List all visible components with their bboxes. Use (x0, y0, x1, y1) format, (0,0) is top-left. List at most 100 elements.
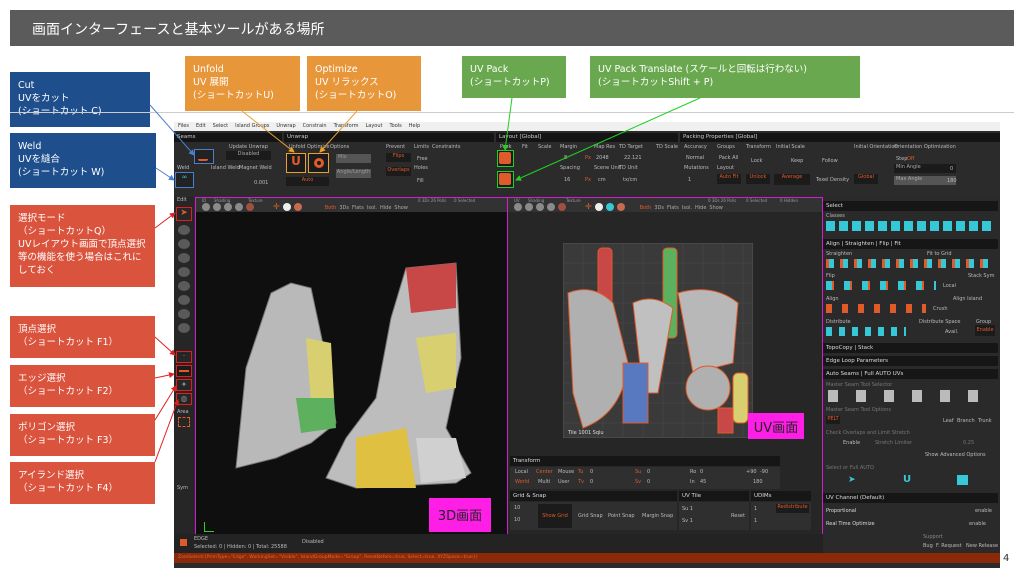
uv-pack-button[interactable] (497, 150, 514, 167)
stretch-limiter-value[interactable]: 0.25 (963, 440, 974, 446)
distribute-icons[interactable] (826, 327, 906, 336)
local-dropdown[interactable]: Local (943, 283, 956, 289)
grid-v-value[interactable]: 10 (514, 517, 520, 523)
tool-icon[interactable] (178, 239, 190, 249)
sv-value[interactable]: 0 (647, 479, 650, 485)
update-unwrap-dropdown[interactable]: Disabled (226, 151, 271, 160)
island-select-button[interactable]: ◍ (176, 393, 192, 405)
center-icon[interactable]: ✛ (585, 202, 592, 211)
udim-value-1[interactable]: 1 (754, 506, 757, 512)
texture-icon[interactable] (235, 203, 243, 211)
unlock-button[interactable]: Unlock (746, 174, 770, 184)
redistribute-button[interactable]: Redistribute (776, 504, 809, 513)
edge-select-button[interactable] (176, 365, 192, 377)
tile-sv[interactable]: Sv 1 (682, 518, 693, 524)
magnet-weld-value[interactable]: 0.001 (254, 180, 268, 186)
tool-icon[interactable] (178, 267, 190, 277)
group-enable-button[interactable]: Enable (975, 325, 995, 336)
point-snap-button[interactable]: Point Snap (608, 513, 635, 519)
in-value[interactable]: 45 (700, 479, 706, 485)
user-toggle[interactable]: User (558, 479, 569, 485)
light-icon[interactable] (594, 203, 603, 211)
tool-icon[interactable] (178, 309, 190, 319)
light-icon[interactable] (282, 203, 291, 211)
td-unit-value[interactable]: tx/cm (623, 177, 637, 183)
tool-icon[interactable] (178, 253, 190, 263)
ro-value[interactable]: 0 (700, 469, 703, 475)
udim-value-2[interactable]: 1 (754, 518, 757, 524)
pelt-button[interactable]: PELT (826, 416, 840, 424)
min-angle-field[interactable]: Min Angle (894, 164, 956, 173)
proportional-enable[interactable]: enable (975, 508, 992, 514)
seam-tool-icons[interactable] (828, 390, 993, 402)
select-header[interactable]: Select (823, 201, 998, 211)
shading-icon[interactable] (514, 203, 522, 211)
isol-button[interactable]: Isol. (367, 205, 377, 211)
menu-transform[interactable]: Transform (334, 123, 359, 130)
viewport-3d[interactable]: ✛ Both 3Ds Flats Isol. Hide Show ID Shad… (195, 197, 508, 541)
grid-u-value[interactable]: 10 (514, 505, 520, 511)
holes-fill[interactable]: Fill (417, 178, 424, 184)
3ds-toggle[interactable]: 3Ds (654, 205, 664, 211)
crush-button[interactable]: Crush (933, 306, 948, 312)
auto-seams-header[interactable]: Auto Seams | Full AUTO UVs (823, 369, 998, 379)
sync-icon[interactable] (605, 203, 614, 211)
hide-button[interactable]: Hide (380, 205, 391, 211)
menu-help[interactable]: Help (409, 123, 420, 130)
hide-button[interactable]: Hide (695, 205, 706, 211)
cut-button[interactable] (194, 149, 214, 164)
both-toggle[interactable]: Both (640, 205, 652, 211)
3ds-toggle[interactable]: 3Ds (339, 205, 349, 211)
align-header[interactable]: Align | Straighten | Flip | Fit (823, 239, 998, 249)
margin-unit[interactable]: Px (585, 155, 591, 161)
su-value[interactable]: 0 (647, 469, 650, 475)
step-off-toggle[interactable]: Off (907, 156, 914, 162)
texture-icon[interactable] (558, 203, 566, 211)
tool-icon[interactable] (178, 281, 190, 291)
grid-snap-button[interactable]: Grid Snap (578, 513, 603, 519)
menu-island-groups[interactable]: Island Groups (235, 123, 269, 130)
tu-button[interactable]: Tu (578, 469, 583, 475)
menu-edit[interactable]: Edit (196, 123, 206, 130)
margin-snap-button[interactable]: Margin Snap (642, 513, 673, 519)
branch-button[interactable]: Branch (957, 418, 975, 424)
texture-icon[interactable] (224, 203, 232, 211)
sv-button[interactable]: Sv (635, 479, 641, 485)
menu-tools[interactable]: Tools (389, 123, 401, 130)
td-target-value[interactable]: 22.121 (624, 155, 642, 161)
straighten-icons[interactable] (826, 259, 994, 268)
enable-button[interactable]: Enable (843, 440, 860, 446)
rotate-180[interactable]: 180 (753, 479, 763, 485)
world-toggle[interactable]: World (515, 479, 529, 485)
optimize-button[interactable] (308, 153, 329, 173)
tu-value[interactable]: 0 (590, 469, 593, 475)
center-toggle[interactable]: Center (536, 469, 553, 475)
auto-pack-icon[interactable] (957, 475, 968, 485)
auto-button[interactable]: Auto (286, 177, 329, 186)
uv-pack-translate-button[interactable] (497, 171, 514, 188)
shading-icon[interactable] (525, 203, 533, 211)
scene-unit-value[interactable]: cm (598, 177, 606, 183)
uv-channel-header[interactable]: UV Channel (Default) (823, 493, 998, 503)
menu-unwrap[interactable]: Unwrap (276, 123, 295, 130)
tool-icon[interactable] (178, 323, 190, 333)
status-dropdown[interactable]: Disabled (302, 539, 324, 545)
tile-reset-button[interactable]: Reset (731, 513, 745, 519)
texture-icon[interactable] (547, 203, 555, 211)
flats-toggle[interactable]: Flats (667, 205, 679, 211)
auto-select-icon[interactable]: ➤ (848, 475, 856, 485)
box-select-icon[interactable] (178, 417, 190, 427)
isol-button[interactable]: Isol. (682, 205, 692, 211)
weld-button[interactable]: ∞ (175, 172, 194, 188)
mutations-dropdown[interactable]: 1 (688, 177, 691, 183)
keep-button[interactable]: Keep (791, 158, 803, 164)
leaf-button[interactable]: Leaf (943, 418, 954, 424)
follow-button[interactable]: Follow (822, 158, 838, 164)
multi-toggle[interactable]: Multi (538, 479, 550, 485)
accuracy-dropdown[interactable]: Normal (686, 155, 704, 161)
show-grid-button[interactable]: Show Grid (538, 504, 572, 528)
polygon-select-button[interactable]: ✦ (176, 379, 192, 391)
lock-button[interactable]: Lock (751, 158, 762, 164)
menu-constrain[interactable]: Constrain (303, 123, 327, 130)
class-icons[interactable] (826, 221, 994, 231)
